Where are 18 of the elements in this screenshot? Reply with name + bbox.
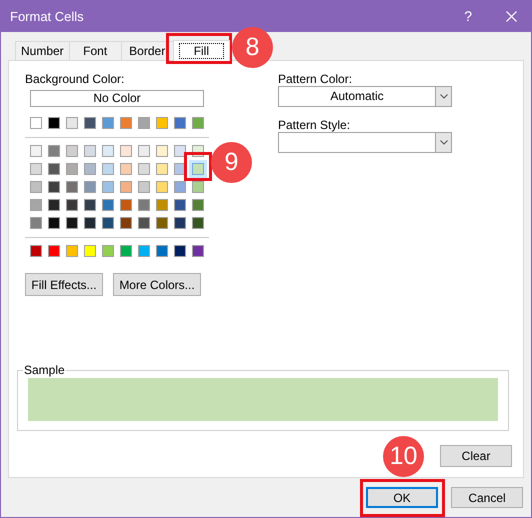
tab[interactable]: Border (120, 41, 173, 60)
pattern-style-label: Pattern Style: (278, 117, 352, 131)
tab[interactable]: Fill (172, 40, 230, 61)
dropdown-value: Automatic (329, 88, 385, 105)
pattern-color-dropdown[interactable]: Automatic (278, 86, 452, 107)
cancel-button[interactable]: Cancel (451, 487, 523, 508)
window-title: Format Cells (10, 8, 84, 26)
help-button[interactable]: ? (464, 6, 472, 27)
pattern-color-label: Pattern Color: (278, 71, 354, 85)
ok-button[interactable]: OK (366, 487, 438, 508)
no-color-button[interactable]: No Color (30, 90, 204, 107)
sample-label: Sample (23, 363, 66, 377)
more-colors-button[interactable]: More Colors... (113, 273, 201, 296)
tab[interactable]: Number (15, 41, 69, 60)
fill-effects-button[interactable]: Fill Effects... (25, 273, 103, 296)
clear-button[interactable]: Clear (440, 445, 512, 467)
background-color-label: Background Color: (25, 71, 126, 86)
tab[interactable]: Font (68, 41, 121, 60)
